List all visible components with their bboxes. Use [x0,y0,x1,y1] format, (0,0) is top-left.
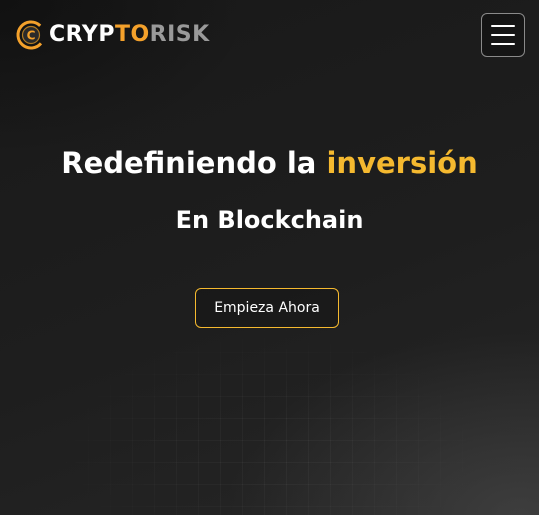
site-header: C CRYPTORISK [0,0,539,72]
hero-title-accent: inversión [326,146,478,180]
hero-title: Redefiniendo la inversión [0,143,539,183]
logo-wordmark-white: CRYP [49,22,115,47]
logo-wordmark-orange: TO [114,22,150,47]
hamburger-menu-button[interactable] [481,13,525,57]
svg-text:C: C [27,29,36,43]
hero-subtitle: En Blockchain [175,206,364,234]
crypto-coin-logo-icon: C [16,20,46,50]
start-now-button[interactable]: Empieza Ahora [195,288,339,328]
logo-wordmark: CRYPTORISK [49,20,210,50]
background-grid [0,330,539,515]
site-logo[interactable]: C CRYPTORISK [16,18,210,52]
hero-title-main: Redefiniendo la [61,146,317,180]
logo-wordmark-gray: RISK [149,22,210,47]
